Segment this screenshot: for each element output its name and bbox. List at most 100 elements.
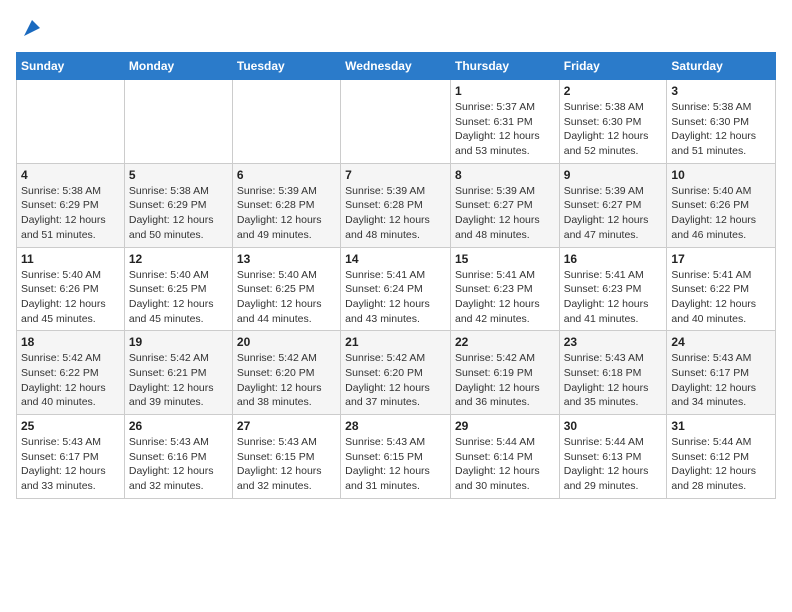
calendar-cell: 9 Sunrise: 5:39 AM Sunset: 6:27 PM Daylig…: [559, 163, 667, 247]
day-number: 23: [564, 335, 663, 349]
day-info: Sunrise: 5:43 AM Sunset: 6:15 PM Dayligh…: [237, 435, 336, 494]
calendar-cell: 24 Sunrise: 5:43 AM Sunset: 6:17 PM Dayli…: [667, 331, 776, 415]
day-number: 11: [21, 252, 120, 266]
calendar-cell: 14Sunrise: 5:41 AM Sunset: 6:24 PM Dayli…: [341, 247, 451, 331]
day-info: Sunrise: 5:44 AM Sunset: 6:12 PM Dayligh…: [671, 435, 771, 494]
calendar-cell: 8 Sunrise: 5:39 AM Sunset: 6:27 PM Daylig…: [450, 163, 559, 247]
calendar-cell: 3 Sunrise: 5:38 AM Sunset: 6:30 PM Daylig…: [667, 80, 776, 164]
day-info: Sunrise: 5:40 AM Sunset: 6:25 PM Dayligh…: [237, 268, 336, 327]
day-info: Sunrise: 5:43 AM Sunset: 6:17 PM Dayligh…: [671, 351, 771, 410]
calendar-cell: 16 Sunrise: 5:41 AM Sunset: 6:23 PM Dayli…: [559, 247, 667, 331]
calendar-cell: [232, 80, 340, 164]
calendar-cell: 18 Sunrise: 5:42 AM Sunset: 6:22 PM Dayli…: [17, 331, 125, 415]
day-number: 20: [237, 335, 336, 349]
calendar-cell: 21 Sunrise: 5:42 AM Sunset: 6:20 PM Dayli…: [341, 331, 451, 415]
day-info: Sunrise: 5:42 AM Sunset: 6:19 PM Dayligh…: [455, 351, 555, 410]
day-header-thursday: Thursday: [450, 53, 559, 80]
calendar-cell: 12Sunrise: 5:40 AM Sunset: 6:25 PM Dayli…: [124, 247, 232, 331]
day-header-saturday: Saturday: [667, 53, 776, 80]
day-info: Sunrise: 5:40 AM Sunset: 6:26 PM Dayligh…: [671, 184, 771, 243]
day-info: Sunrise: 5:41 AM Sunset: 6:23 PM Dayligh…: [455, 268, 555, 327]
day-header-sunday: Sunday: [17, 53, 125, 80]
calendar-cell: [17, 80, 125, 164]
day-info: Sunrise: 5:42 AM Sunset: 6:20 PM Dayligh…: [237, 351, 336, 410]
day-number: 28: [345, 419, 446, 433]
day-number: 17: [671, 252, 771, 266]
day-number: 31: [671, 419, 771, 433]
day-info: Sunrise: 5:39 AM Sunset: 6:28 PM Dayligh…: [237, 184, 336, 243]
day-info: Sunrise: 5:42 AM Sunset: 6:20 PM Dayligh…: [345, 351, 446, 410]
calendar-cell: [341, 80, 451, 164]
day-number: 10: [671, 168, 771, 182]
day-number: 18: [21, 335, 120, 349]
calendar-cell: 20 Sunrise: 5:42 AM Sunset: 6:20 PM Dayli…: [232, 331, 340, 415]
day-number: 3: [671, 84, 771, 98]
day-number: 7: [345, 168, 446, 182]
day-number: 25: [21, 419, 120, 433]
calendar-cell: 6Sunrise: 5:39 AM Sunset: 6:28 PM Daylig…: [232, 163, 340, 247]
day-number: 2: [564, 84, 663, 98]
day-header-tuesday: Tuesday: [232, 53, 340, 80]
day-info: Sunrise: 5:41 AM Sunset: 6:22 PM Dayligh…: [671, 268, 771, 327]
day-info: Sunrise: 5:43 AM Sunset: 6:18 PM Dayligh…: [564, 351, 663, 410]
day-number: 16: [564, 252, 663, 266]
logo: [16, 16, 44, 40]
day-number: 8: [455, 168, 555, 182]
calendar-week-row: 11Sunrise: 5:40 AM Sunset: 6:26 PM Dayli…: [17, 247, 776, 331]
calendar-cell: 15 Sunrise: 5:41 AM Sunset: 6:23 PM Dayli…: [450, 247, 559, 331]
day-number: 24: [671, 335, 771, 349]
day-number: 19: [129, 335, 228, 349]
calendar-cell: 10 Sunrise: 5:40 AM Sunset: 6:26 PM Dayli…: [667, 163, 776, 247]
day-info: Sunrise: 5:44 AM Sunset: 6:13 PM Dayligh…: [564, 435, 663, 494]
calendar-week-row: 18 Sunrise: 5:42 AM Sunset: 6:22 PM Dayli…: [17, 331, 776, 415]
calendar-cell: 11Sunrise: 5:40 AM Sunset: 6:26 PM Dayli…: [17, 247, 125, 331]
day-header-wednesday: Wednesday: [341, 53, 451, 80]
calendar-cell: [124, 80, 232, 164]
calendar-cell: 5 Sunrise: 5:38 AM Sunset: 6:29 PM Daylig…: [124, 163, 232, 247]
day-number: 21: [345, 335, 446, 349]
day-header-monday: Monday: [124, 53, 232, 80]
day-info: Sunrise: 5:38 AM Sunset: 6:29 PM Dayligh…: [129, 184, 228, 243]
calendar-cell: 26Sunrise: 5:43 AM Sunset: 6:16 PM Dayli…: [124, 415, 232, 499]
day-number: 1: [455, 84, 555, 98]
day-info: Sunrise: 5:38 AM Sunset: 6:30 PM Dayligh…: [671, 100, 771, 159]
calendar-week-row: 4Sunrise: 5:38 AM Sunset: 6:29 PM Daylig…: [17, 163, 776, 247]
day-info: Sunrise: 5:41 AM Sunset: 6:24 PM Dayligh…: [345, 268, 446, 327]
day-info: Sunrise: 5:41 AM Sunset: 6:23 PM Dayligh…: [564, 268, 663, 327]
calendar-cell: 22 Sunrise: 5:42 AM Sunset: 6:19 PM Dayli…: [450, 331, 559, 415]
calendar-cell: 30 Sunrise: 5:44 AM Sunset: 6:13 PM Dayli…: [559, 415, 667, 499]
calendar-cell: 28 Sunrise: 5:43 AM Sunset: 6:15 PM Dayli…: [341, 415, 451, 499]
page-header: [16, 16, 776, 40]
calendar-week-row: 25Sunrise: 5:43 AM Sunset: 6:17 PM Dayli…: [17, 415, 776, 499]
day-info: Sunrise: 5:39 AM Sunset: 6:28 PM Dayligh…: [345, 184, 446, 243]
calendar-cell: 29 Sunrise: 5:44 AM Sunset: 6:14 PM Dayli…: [450, 415, 559, 499]
day-number: 29: [455, 419, 555, 433]
day-number: 15: [455, 252, 555, 266]
day-number: 12: [129, 252, 228, 266]
calendar-table: SundayMondayTuesdayWednesdayThursdayFrid…: [16, 52, 776, 499]
day-info: Sunrise: 5:39 AM Sunset: 6:27 PM Dayligh…: [564, 184, 663, 243]
calendar-cell: 4Sunrise: 5:38 AM Sunset: 6:29 PM Daylig…: [17, 163, 125, 247]
day-info: Sunrise: 5:38 AM Sunset: 6:30 PM Dayligh…: [564, 100, 663, 159]
day-number: 22: [455, 335, 555, 349]
calendar-cell: 17 Sunrise: 5:41 AM Sunset: 6:22 PM Dayli…: [667, 247, 776, 331]
day-number: 26: [129, 419, 228, 433]
day-number: 5: [129, 168, 228, 182]
calendar-header-row: SundayMondayTuesdayWednesdayThursdayFrid…: [17, 53, 776, 80]
calendar-cell: 19Sunrise: 5:42 AM Sunset: 6:21 PM Dayli…: [124, 331, 232, 415]
calendar-cell: 23 Sunrise: 5:43 AM Sunset: 6:18 PM Dayli…: [559, 331, 667, 415]
calendar-cell: 13 Sunrise: 5:40 AM Sunset: 6:25 PM Dayli…: [232, 247, 340, 331]
day-info: Sunrise: 5:39 AM Sunset: 6:27 PM Dayligh…: [455, 184, 555, 243]
day-number: 13: [237, 252, 336, 266]
day-info: Sunrise: 5:37 AM Sunset: 6:31 PM Dayligh…: [455, 100, 555, 159]
calendar-cell: 2 Sunrise: 5:38 AM Sunset: 6:30 PM Daylig…: [559, 80, 667, 164]
calendar-week-row: 1 Sunrise: 5:37 AM Sunset: 6:31 PM Daylig…: [17, 80, 776, 164]
day-info: Sunrise: 5:43 AM Sunset: 6:15 PM Dayligh…: [345, 435, 446, 494]
day-number: 30: [564, 419, 663, 433]
day-info: Sunrise: 5:42 AM Sunset: 6:22 PM Dayligh…: [21, 351, 120, 410]
calendar-cell: 27 Sunrise: 5:43 AM Sunset: 6:15 PM Dayli…: [232, 415, 340, 499]
day-info: Sunrise: 5:44 AM Sunset: 6:14 PM Dayligh…: [455, 435, 555, 494]
day-number: 27: [237, 419, 336, 433]
day-number: 9: [564, 168, 663, 182]
calendar-cell: 25Sunrise: 5:43 AM Sunset: 6:17 PM Dayli…: [17, 415, 125, 499]
